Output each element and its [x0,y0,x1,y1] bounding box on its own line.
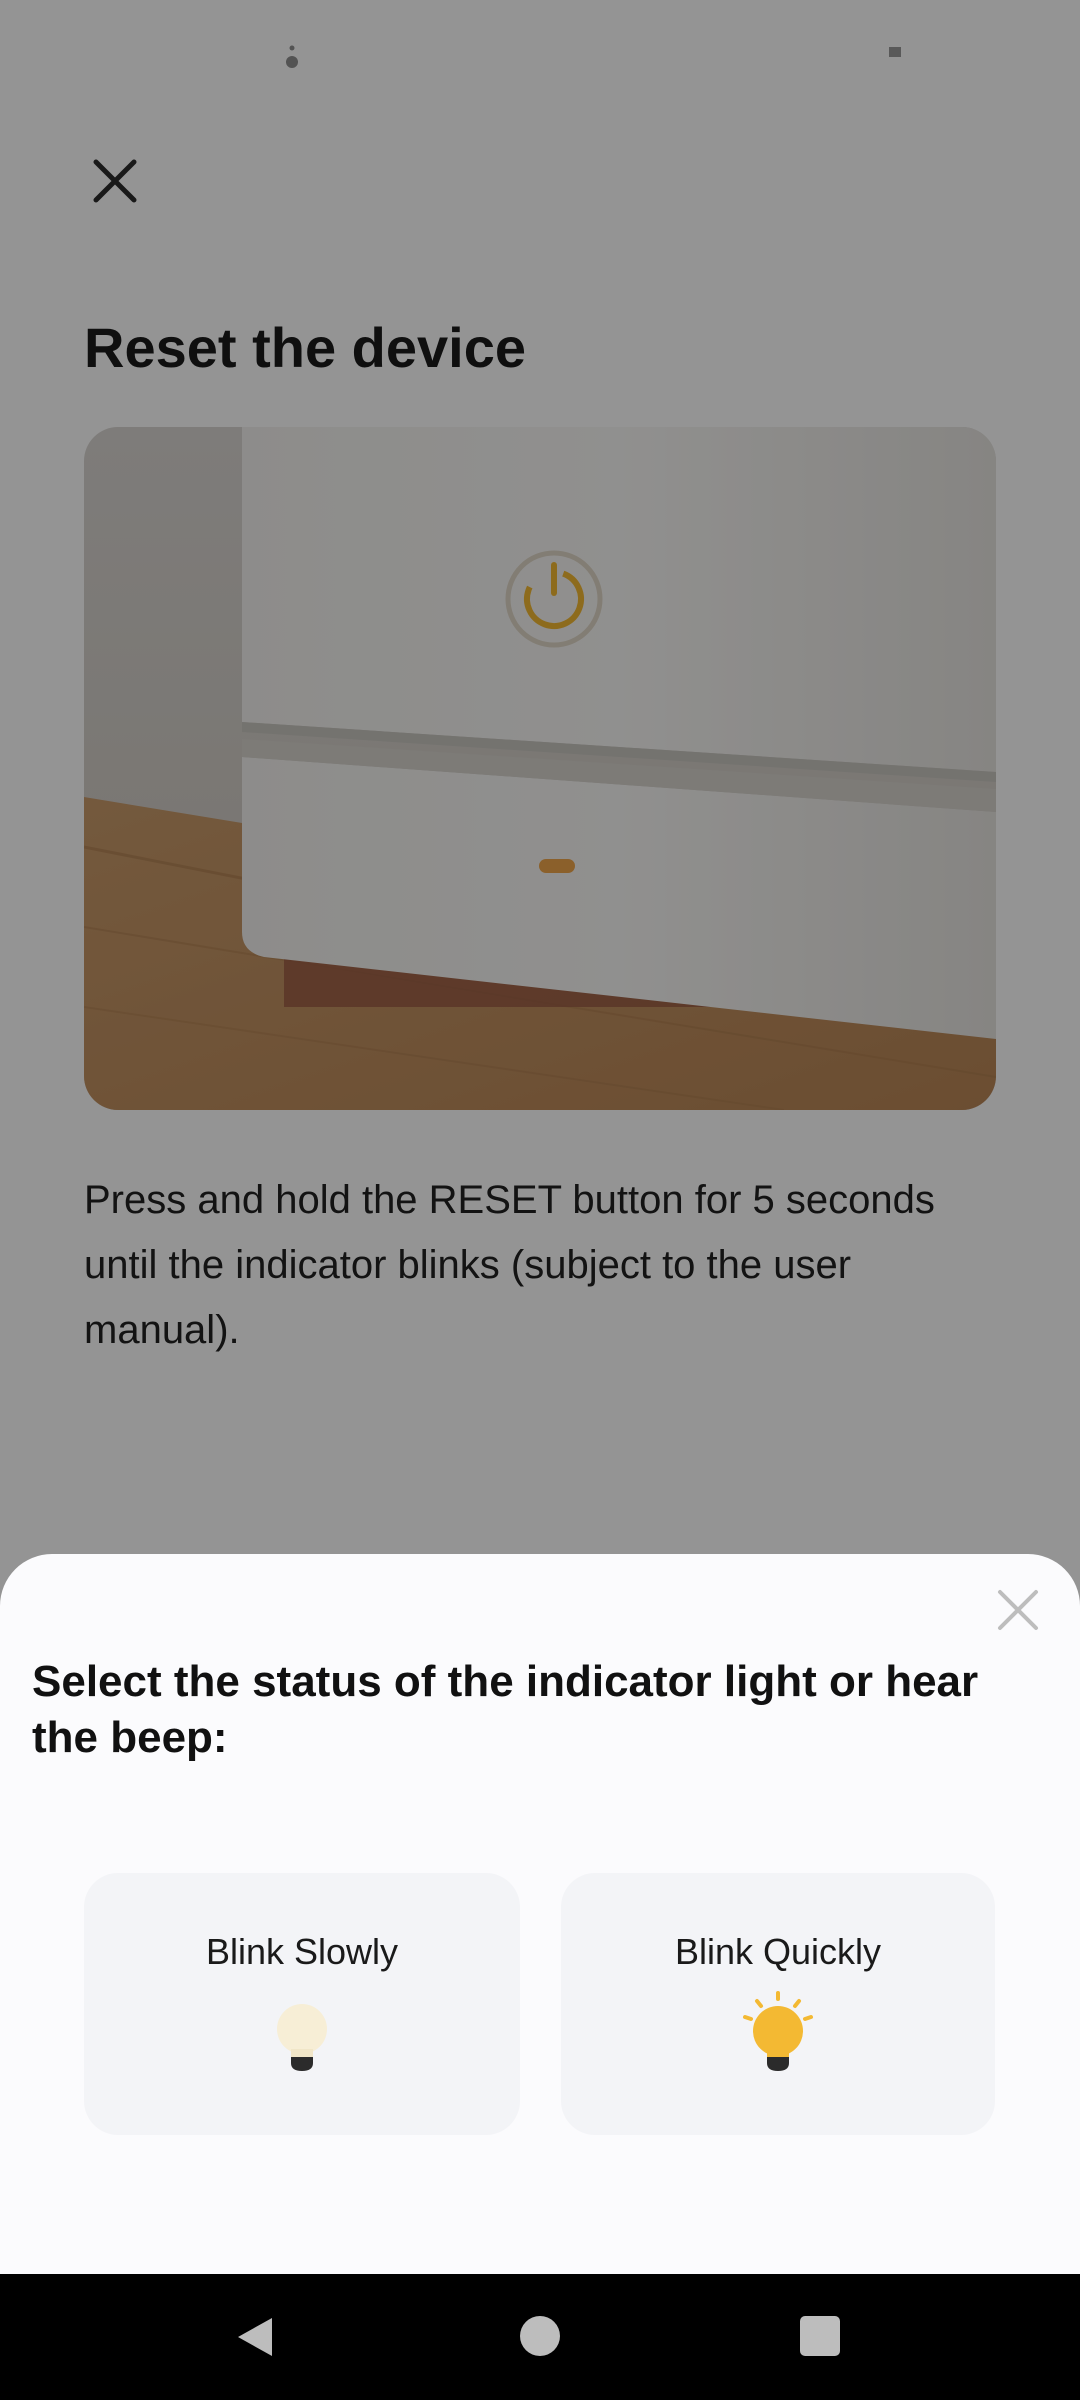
home-icon[interactable] [520,2316,560,2356]
sheet-title: Select the status of the indicator light… [32,1657,979,1762]
option-label: Blink Slowly [205,1931,399,1972]
navigation-bar [0,2274,1080,2400]
bulb-bright-icon [743,1991,813,2071]
close-icon[interactable] [992,1584,1044,1636]
recents-icon[interactable] [800,2316,840,2356]
blink-quickly-option[interactable]: Blink Quickly [561,1873,995,2135]
option-label: Blink Quickly [674,1931,882,1972]
bulb-dim-icon [277,2004,327,2071]
back-icon[interactable] [232,2314,276,2360]
indicator-status-sheet: Select the status of the indicator light… [0,1554,1080,2274]
blink-slowly-option[interactable]: Blink Slowly [84,1873,520,2135]
